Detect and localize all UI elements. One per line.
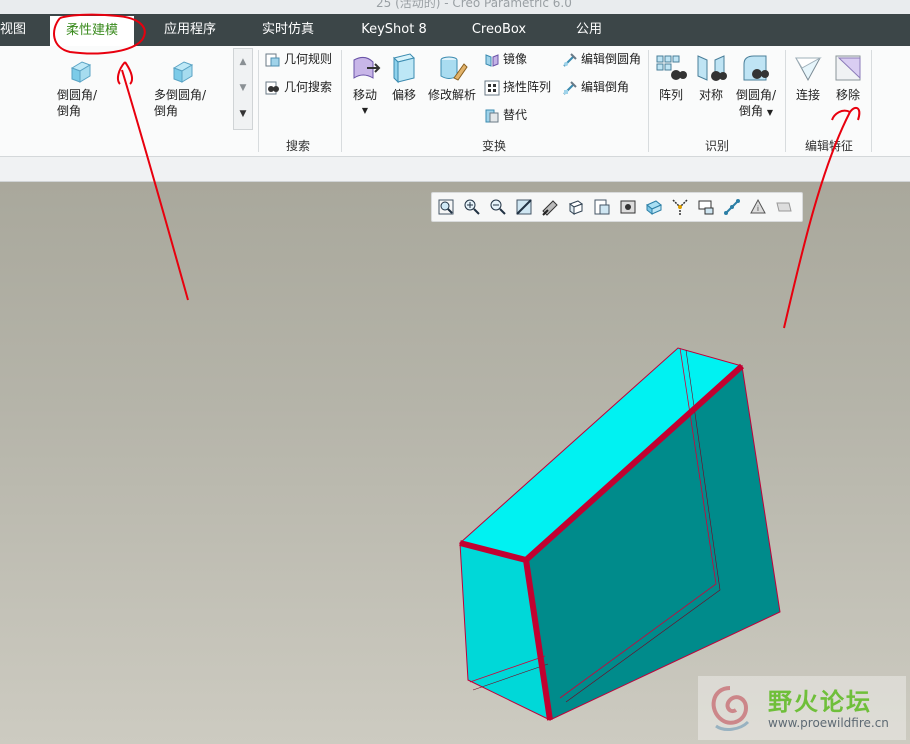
flexible-pattern-icon (484, 80, 500, 95)
modify-analytic-icon (440, 56, 468, 81)
edit-round-button[interactable]: 编辑倒圆角 (562, 48, 641, 70)
geometry-search-icon (265, 81, 279, 94)
attach-label: 连接 (795, 88, 820, 102)
search-group-label: 搜索 (286, 139, 311, 153)
watermark-url: www.proewildfire.cn (768, 716, 889, 730)
recognize-symmetry-icon (697, 55, 727, 81)
mirror-button[interactable]: 镜像 (484, 48, 527, 70)
modify-analytic-label: 修改解析 (427, 88, 476, 102)
tab-creobox[interactable]: CreoBox (460, 14, 538, 46)
flexible-pattern-button[interactable]: 挠性阵列 (484, 76, 551, 98)
remove-label: 移除 (835, 88, 860, 102)
round-chamfer-button[interactable]: 倒圆角/ 倒角 (55, 56, 105, 119)
tab-live-simulation[interactable]: 实时仿真 (248, 14, 328, 46)
ribbon-tab-bar: 视图 柔性建模 应用程序 实时仿真 KeyShot 8 CreoBox 公用 (0, 14, 910, 46)
recognize-round-chamfer-icon (743, 55, 769, 81)
offset-label: 偏移 (391, 88, 416, 102)
geometry-rules-icon (265, 53, 280, 66)
recognize-symmetry-label: 对称 (698, 88, 723, 102)
edit-round-icon (563, 52, 577, 67)
modify-analytic-button[interactable]: 修改解析 (426, 52, 478, 103)
recognize-round-chamfer-label-1: 倒圆角/ (735, 88, 777, 102)
geometry-search-label: 几何搜索 (284, 80, 333, 94)
gallery-scrollbar[interactable]: ▲ ▼ ▼ (233, 48, 253, 130)
remove-icon (835, 55, 861, 81)
multi-round-chamfer-label-2: 倒角 (154, 104, 179, 118)
tab-applications[interactable]: 应用程序 (150, 14, 230, 46)
flexible-pattern-label: 挠性阵列 (503, 80, 552, 94)
substitute-label: 替代 (503, 108, 528, 122)
watermark-logo-icon (711, 686, 750, 731)
recognize-round-chamfer-button[interactable]: 倒圆角/ 倒角 ▼ (733, 52, 779, 121)
recognize-pattern-label: 阵列 (658, 88, 683, 102)
mirror-icon (485, 53, 499, 67)
graphics-window[interactable]: i 野火论坛 www.proewildfire.cn (0, 182, 910, 744)
transform-group-label: 变换 (482, 139, 507, 153)
multi-round-chamfer-label-1: 多倒圆角/ (154, 88, 207, 102)
recognize-round-chamfer-label-2: 倒角 ▼ (739, 104, 773, 118)
ribbon: 倒圆角/ 倒角 多倒圆角/ 倒角 ▲ ▼ ▼ 几何规则 几何搜索 搜索 移动 ▼ (0, 46, 910, 157)
model-3d[interactable] (0, 182, 910, 744)
multi-round-chamfer-button[interactable]: 多倒圆角/ 倒角 (150, 56, 210, 119)
substitute-icon (485, 109, 499, 122)
tab-view[interactable]: 视图 (0, 14, 26, 46)
ribbon-collapse-strip (0, 157, 910, 182)
remove-button[interactable]: 移除 (832, 52, 864, 103)
window-titlebar: 25 (活动的) - Creo Parametric 6.0 (0, 0, 910, 14)
attach-icon (795, 57, 822, 82)
gallery-scroll-up-icon[interactable]: ▲ (234, 49, 252, 75)
multi-round-chamfer-icon (172, 61, 194, 83)
round-chamfer-icon (70, 61, 92, 83)
geometry-rules-label: 几何规则 (284, 52, 333, 66)
tab-flexible-modeling[interactable]: 柔性建模 (50, 16, 134, 46)
gallery-expand-icon[interactable]: ▼ (234, 101, 252, 127)
move-label: 移动 (352, 88, 377, 102)
recognize-symmetry-button[interactable]: 对称 (693, 52, 729, 103)
round-chamfer-dropdown-icon[interactable]: ▼ (767, 108, 773, 117)
mirror-label: 镜像 (503, 52, 528, 66)
round-chamfer-label-2: 倒角 (57, 104, 82, 118)
offset-button[interactable]: 偏移 (388, 52, 420, 103)
edit-chamfer-icon (563, 80, 577, 95)
recognize-pattern-button[interactable]: 阵列 (653, 52, 689, 103)
move-icon (353, 56, 381, 79)
move-dropdown-icon[interactable]: ▼ (346, 103, 384, 119)
window-title: 25 (活动的) - Creo Parametric 6.0 (376, 0, 572, 10)
round-chamfer-label-1: 倒圆角/ (57, 88, 98, 102)
move-button[interactable]: 移动 ▼ (346, 52, 384, 119)
edit-chamfer-button[interactable]: 编辑倒角 (562, 76, 629, 98)
tab-common[interactable]: 公用 (566, 14, 612, 46)
edit-chamfer-label: 编辑倒角 (581, 80, 630, 94)
gallery-scroll-down-icon[interactable]: ▼ (234, 75, 252, 101)
edit-round-label: 编辑倒圆角 (581, 52, 642, 66)
geometry-search-button[interactable]: 几何搜索 (265, 76, 332, 98)
recognize-pattern-icon (656, 55, 687, 80)
watermark: 野火论坛 www.proewildfire.cn (698, 676, 906, 740)
edit-feature-group-label: 编辑特征 (805, 139, 854, 153)
substitute-button[interactable]: 替代 (484, 104, 527, 126)
tab-keyshot[interactable]: KeyShot 8 (350, 14, 438, 46)
recognize-group-label: 识别 (705, 139, 730, 153)
attach-button[interactable]: 连接 (792, 52, 824, 103)
offset-icon (393, 53, 415, 84)
watermark-name: 野火论坛 (768, 688, 872, 716)
geometry-rules-button[interactable]: 几何规则 (265, 48, 332, 70)
